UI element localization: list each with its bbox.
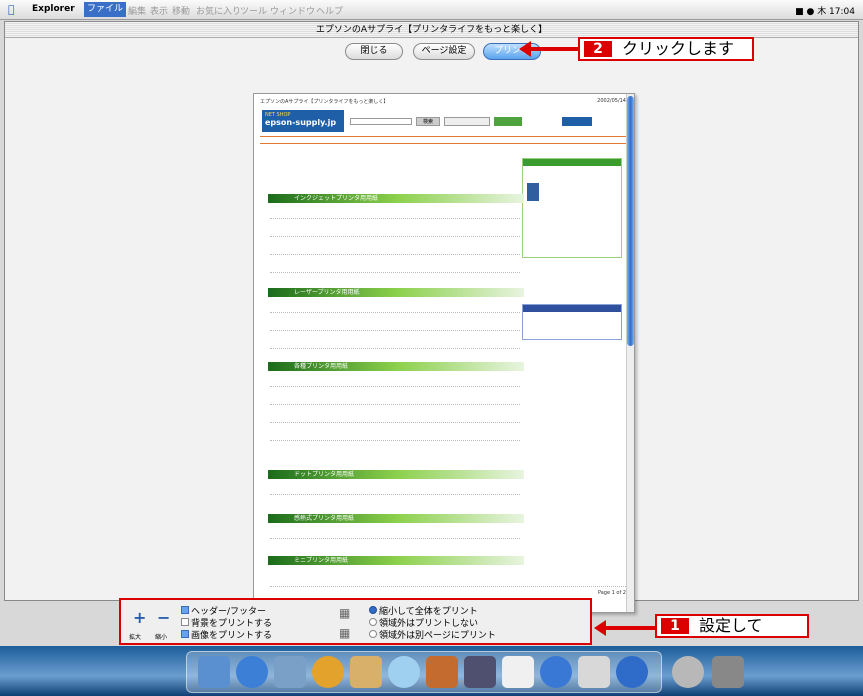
print-background-checkbox[interactable] [181, 618, 189, 626]
section-banner: レーザープリンタ用用紙 [268, 288, 524, 297]
safari-icon[interactable] [236, 656, 268, 688]
section-row [270, 209, 600, 217]
dot-divider [270, 538, 520, 539]
zoom-in-icon[interactable]: + [133, 608, 146, 627]
preview-side-box [522, 158, 622, 258]
section-banner: 感熱式プリンタ用用紙 [268, 514, 524, 523]
page-preview: エプソンのAサプライ【プリンタライフをもっと楽しく】 2002/05/14 NE… [253, 93, 635, 613]
dot-divider [270, 494, 520, 495]
site-logo: NET SHOP epson-supply.jp [262, 110, 344, 132]
print-button[interactable]: プリント [483, 43, 541, 60]
print-images-label: 画像をプリントする [191, 631, 273, 641]
menu-edit[interactable]: 編集 [128, 4, 146, 17]
internet-location-icon[interactable] [672, 656, 704, 688]
preview-header-right: 2002/05/14 [597, 98, 626, 104]
status-icons: ■ ● [795, 7, 818, 17]
dot-divider [270, 330, 520, 331]
quicktime-icon[interactable] [540, 656, 572, 688]
callout-number: 1 [661, 618, 689, 634]
dock [0, 646, 863, 696]
zoom-out-icon[interactable]: − [157, 608, 170, 627]
menu-go[interactable]: 移動 [172, 4, 190, 17]
clock-text: 木 17:04 [817, 7, 855, 17]
dot-divider [270, 348, 520, 349]
dot-divider [270, 218, 520, 219]
preview-scrollbar[interactable] [626, 94, 634, 612]
menu-bar:  Explorer ファイル 編集 表示 移動 お気に入り ツール ウィンドウ… [0, 0, 863, 20]
print-preview-window: エプソンのAサプライ【プリンタライフをもっと楽しく】 閉じる ページ設定 プリン… [4, 21, 859, 613]
preview-header-left: エプソンのAサプライ【プリンタライフをもっと楽しく】 [260, 99, 389, 105]
callout-number: 2 [584, 41, 612, 57]
print-options-bar: + 拡大 − 縮小 ヘッダー/フッター 背景をプリントする 画像をプリントする … [119, 598, 592, 645]
preview-tab-strip [260, 136, 628, 144]
dot-divider [270, 440, 520, 441]
dot-divider [270, 236, 520, 237]
address-book-icon[interactable] [350, 656, 382, 688]
internet-explorer-icon[interactable] [616, 656, 648, 688]
dot-divider [270, 404, 520, 405]
dot-divider [270, 422, 520, 423]
header-footer-checkbox[interactable] [181, 606, 189, 614]
print-images-checkbox[interactable] [181, 630, 189, 638]
section-banner: 各種プリンタ用用紙 [268, 362, 524, 371]
callout-text: 設定して [699, 616, 763, 635]
callout-text: クリックします [622, 39, 735, 58]
preview-side-box-2 [522, 304, 622, 340]
section-banner: インクジェットプリンタ用用紙 [268, 194, 524, 203]
dot-divider [270, 254, 520, 255]
zoom-out-label: 縮小 [155, 634, 168, 641]
preview-footer-right: Page 1 of 2 [597, 590, 626, 596]
imovie-icon[interactable] [464, 656, 496, 688]
dot-divider [270, 272, 520, 273]
logo-name: epson-supply.jp [265, 118, 337, 127]
menu-window[interactable]: ウィンドウ [270, 4, 315, 17]
shrink-to-fit-radio[interactable] [369, 606, 377, 614]
menu-favorites[interactable]: お気に入り [196, 4, 241, 17]
zoom-in-label: 拡大 [129, 634, 142, 641]
menu-view[interactable]: 表示 [150, 4, 168, 17]
menu-file[interactable]: ファイル [84, 2, 127, 17]
page-setup-button[interactable]: ページ設定 [413, 43, 475, 60]
outside-new-page-label: 領域外は別ページにプリント [379, 631, 496, 641]
dot-divider [270, 386, 520, 387]
iphoto-icon[interactable] [426, 656, 458, 688]
menu-help[interactable]: ヘルプ [316, 4, 343, 17]
preview-epson-logo [562, 117, 592, 126]
window-title: エプソンのAサプライ【プリンタライフをもっと楽しく】 [5, 22, 858, 38]
outside-new-page-radio[interactable] [369, 630, 377, 638]
dot-divider [270, 312, 520, 313]
preview-nav-button [494, 117, 522, 126]
no-outside-radio[interactable] [369, 618, 377, 626]
ichat-icon[interactable] [312, 656, 344, 688]
side-product-image [527, 183, 539, 201]
callout-arrow-icon [594, 620, 656, 636]
close-button[interactable]: 閉じる [345, 43, 403, 60]
menu-tools[interactable]: ツール [240, 4, 267, 17]
apple-menu-icon[interactable]:  [8, 3, 20, 16]
trash-icon[interactable] [712, 656, 744, 688]
section-banner: ドットプリンタ用用紙 [268, 470, 524, 479]
preview-search-box [350, 118, 412, 125]
logo-top: NET SHOP [265, 112, 291, 118]
preview-search-button: 検索 [416, 117, 440, 126]
side-box-header [523, 159, 621, 166]
finder-icon[interactable] [198, 656, 230, 688]
mail-icon[interactable] [274, 656, 306, 688]
ical-icon[interactable] [502, 656, 534, 688]
itunes-icon[interactable] [388, 656, 420, 688]
layout-icon: ▦ [339, 626, 351, 640]
callout-arrow-icon [519, 41, 579, 57]
system-preferences-icon[interactable] [578, 656, 610, 688]
side-box-2-header [523, 305, 621, 312]
callout-settings: 1 設定して [655, 614, 809, 638]
menubar-clock: ■ ● 木 17:04 [795, 4, 855, 17]
section-banner: ミニプリンタ用用紙 [268, 556, 524, 565]
dot-divider [270, 586, 630, 587]
app-menu[interactable]: Explorer [32, 4, 75, 14]
callout-click: 2 クリックします [578, 37, 754, 61]
layout-icon: ▦ [339, 606, 351, 620]
preview-nav-button [444, 117, 490, 126]
scrollbar-thumb[interactable] [627, 96, 634, 346]
